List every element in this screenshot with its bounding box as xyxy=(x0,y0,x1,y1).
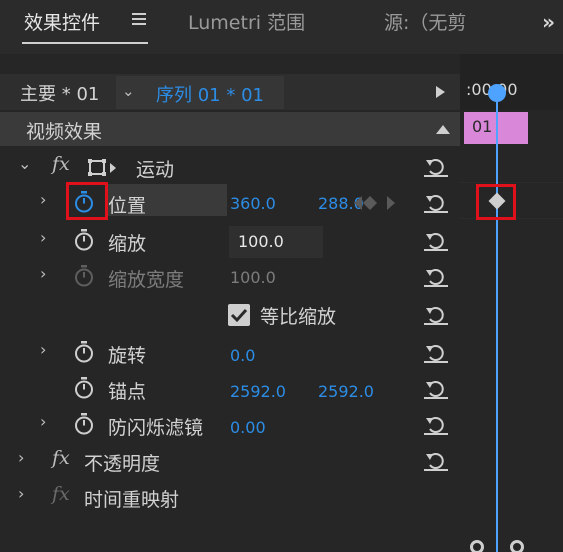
add-keyframe-icon xyxy=(363,196,377,210)
chevron-right-icon[interactable]: › xyxy=(40,228,46,247)
highlight-box-keyframe xyxy=(476,184,516,220)
chevron-down-icon[interactable]: ⌄ xyxy=(18,154,31,173)
sequence-dropdown[interactable]: ⌄ 序列 01 * 01 xyxy=(116,76,284,109)
chevron-down-icon: ⌄ xyxy=(122,82,135,100)
opacity-effect-row: › fx 不透明度 xyxy=(0,442,460,478)
anti-flicker-value[interactable]: 0.00 xyxy=(230,418,266,437)
transform-icon[interactable] xyxy=(88,158,118,178)
rotation-row: › 旋转 0.0 xyxy=(0,334,460,370)
playhead-handle[interactable] xyxy=(488,84,506,102)
play-triangle-icon[interactable] xyxy=(436,86,445,98)
reset-icon[interactable] xyxy=(424,230,448,252)
anchor-point-row: 锚点 2592.0 2592.0 xyxy=(0,370,460,406)
effect-controls-window: 效果控件 Lumetri 范围 源:（无剪 » 主要 * 01 ⌄ 序列 01 … xyxy=(0,0,563,552)
position-x-value[interactable]: 360.0 xyxy=(230,194,276,213)
reset-icon[interactable] xyxy=(424,156,448,178)
more-tabs-icon[interactable]: » xyxy=(542,10,555,34)
scale-row: › 缩放 100.0 xyxy=(0,222,460,258)
chevron-right-icon[interactable]: › xyxy=(18,448,24,467)
panel-menu-icon[interactable] xyxy=(132,13,146,25)
fx-icon[interactable]: fx xyxy=(52,447,70,469)
effect-timeline[interactable]: :00:00 01 xyxy=(460,54,563,552)
panel-tab-bar: 效果控件 Lumetri 范围 源:（无剪 » xyxy=(0,0,563,54)
stopwatch-icon[interactable] xyxy=(74,229,94,251)
anchor-point-label: 锚点 xyxy=(108,381,147,403)
stopwatch-icon[interactable] xyxy=(74,341,94,363)
stopwatch-icon-disabled xyxy=(75,265,93,287)
effect-controls-panel: 主要 * 01 ⌄ 序列 01 * 01 视频效果 ⌄ fx 运动 › 位置 3… xyxy=(0,54,460,552)
position-label: 位置 xyxy=(108,195,147,217)
time-remap-label: 时间重映射 xyxy=(84,489,180,511)
reset-icon[interactable] xyxy=(424,304,448,326)
prev-keyframe-icon xyxy=(354,196,362,210)
video-effects-header: 视频效果 xyxy=(0,112,460,146)
clip-label: 01 xyxy=(472,117,493,136)
sequence-label: 序列 01 * 01 xyxy=(156,85,264,106)
keyframe-navigator[interactable] xyxy=(354,194,414,212)
reset-icon[interactable] xyxy=(424,342,448,364)
rotation-value[interactable]: 0.0 xyxy=(230,346,255,365)
anti-flicker-label: 防闪烁滤镜 xyxy=(108,417,204,439)
checkmark-icon xyxy=(230,308,248,323)
zoom-handle-right[interactable] xyxy=(510,540,524,552)
opacity-label: 不透明度 xyxy=(84,453,161,475)
rotation-label: 旋转 xyxy=(108,345,147,367)
tab-lumetri-scopes[interactable]: Lumetri 范围 xyxy=(188,8,305,35)
stopwatch-icon[interactable] xyxy=(74,413,94,435)
master-clip-label[interactable]: 主要 * 01 xyxy=(20,80,99,106)
reset-icon[interactable] xyxy=(424,414,448,436)
chevron-right-icon[interactable]: › xyxy=(40,340,46,359)
motion-effect-row: ⌄ fx 运动 xyxy=(0,148,460,184)
reset-icon[interactable] xyxy=(424,192,448,214)
chevron-right-icon[interactable]: › xyxy=(40,264,46,283)
scale-width-label: 缩放宽度 xyxy=(108,269,185,291)
active-tab-underline xyxy=(22,42,148,44)
fx-icon[interactable]: fx xyxy=(52,153,70,175)
motion-label: 运动 xyxy=(136,159,175,181)
row-divider xyxy=(460,182,563,183)
next-keyframe-icon xyxy=(387,196,395,210)
tab-effect-controls[interactable]: 效果控件 xyxy=(24,8,100,35)
scale-value[interactable]: 100.0 xyxy=(238,232,284,251)
scale-label: 缩放 xyxy=(108,233,147,255)
scale-width-value: 100.0 xyxy=(230,268,276,287)
anti-flicker-row: › 防闪烁滤镜 0.00 xyxy=(0,406,460,442)
time-remap-effect-row: › fx 时间重映射 xyxy=(0,478,460,514)
uniform-scale-label: 等比缩放 xyxy=(260,306,337,328)
anchor-y-value[interactable]: 2592.0 xyxy=(318,382,374,401)
stopwatch-icon[interactable] xyxy=(74,377,94,399)
reset-icon[interactable] xyxy=(424,378,448,400)
fx-icon-disabled: fx xyxy=(52,483,70,505)
uniform-scale-checkbox[interactable] xyxy=(228,304,250,326)
highlight-box-stopwatch xyxy=(66,182,108,220)
time-ruler[interactable]: :00:00 xyxy=(460,54,563,110)
video-effects-title: 视频效果 xyxy=(26,121,103,143)
reset-icon[interactable] xyxy=(424,266,448,288)
playhead-line[interactable] xyxy=(496,92,498,552)
anchor-x-value[interactable]: 2592.0 xyxy=(230,382,286,401)
collapse-up-icon[interactable] xyxy=(436,125,450,134)
chevron-right-icon[interactable]: › xyxy=(18,484,24,503)
reset-icon[interactable] xyxy=(424,450,448,472)
chevron-right-icon[interactable]: › xyxy=(40,190,46,209)
scale-width-row: › 缩放宽度 100.0 xyxy=(0,258,460,294)
chevron-right-icon[interactable]: › xyxy=(40,412,46,431)
tab-source[interactable]: 源:（无剪 xyxy=(384,8,466,35)
zoom-handle-left[interactable] xyxy=(470,540,484,552)
